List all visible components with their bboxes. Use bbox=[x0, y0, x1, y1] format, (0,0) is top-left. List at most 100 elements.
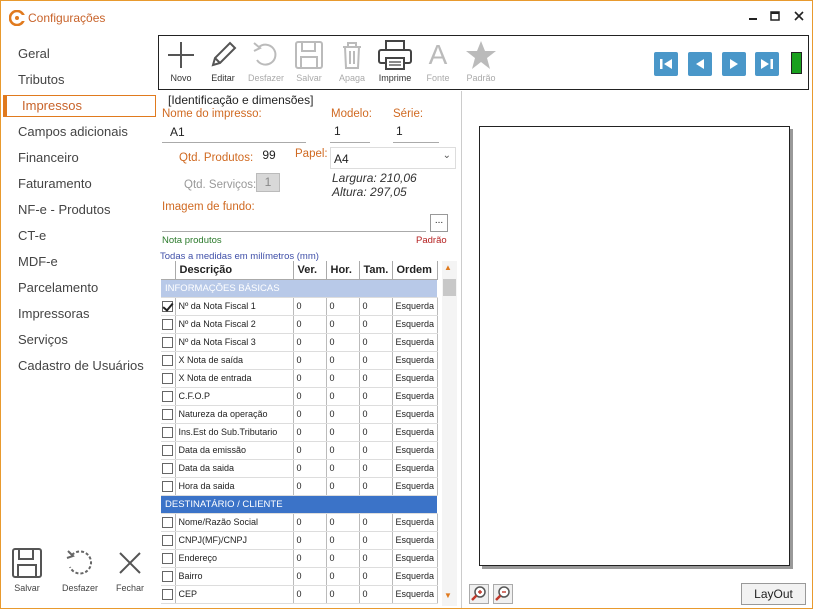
cell-ver[interactable]: 0 bbox=[293, 405, 327, 424]
scroll-thumb[interactable] bbox=[443, 279, 456, 296]
row-checkbox[interactable] bbox=[162, 552, 174, 564]
last-record-button[interactable] bbox=[755, 52, 779, 76]
cell-desc[interactable]: X Nota de entrada bbox=[175, 369, 294, 388]
cell-ver[interactable]: 0 bbox=[293, 441, 327, 460]
sidebar-item-impressos[interactable]: Impressos bbox=[3, 95, 156, 117]
toolbar-undo-button[interactable]: Desfazer bbox=[244, 39, 288, 83]
toolbar-save-button[interactable]: Salvar bbox=[287, 39, 331, 83]
cell-hor[interactable]: 0 bbox=[326, 513, 360, 532]
table-row[interactable]: Ins.Est do Sub.Tributario 0 0 0 Esquerda bbox=[161, 423, 438, 442]
row-checkbox[interactable] bbox=[162, 426, 174, 438]
cell-desc[interactable]: C.F.O.P bbox=[175, 387, 294, 406]
cell-ordem[interactable]: Esquerda bbox=[392, 567, 438, 586]
bottom-close-button[interactable]: Fechar bbox=[108, 547, 152, 593]
grid-scrollbar[interactable]: ▲ ▼ bbox=[442, 261, 457, 606]
sidebar-item-cte[interactable]: CT-e bbox=[18, 226, 46, 246]
cell-ordem[interactable]: Esquerda bbox=[392, 387, 438, 406]
zoom-in-button[interactable] bbox=[469, 584, 489, 604]
cell-ver[interactable]: 0 bbox=[293, 531, 327, 550]
bottom-undo-button[interactable]: Desfazer bbox=[58, 547, 102, 593]
column-header[interactable]: Ver. bbox=[293, 261, 327, 280]
bottom-save-button[interactable]: Salvar bbox=[5, 547, 49, 593]
cell-desc[interactable]: Natureza da operação bbox=[175, 405, 294, 424]
sidebar-item-faturamento[interactable]: Faturamento bbox=[18, 174, 92, 194]
cell-ordem[interactable]: Esquerda bbox=[392, 513, 438, 532]
qty-products-input[interactable]: 99 bbox=[257, 147, 281, 166]
table-row[interactable]: C.F.O.P 0 0 0 Esquerda bbox=[161, 387, 438, 406]
cell-hor[interactable]: 0 bbox=[326, 549, 360, 568]
cell-ordem[interactable]: Esquerda bbox=[392, 441, 438, 460]
table-row[interactable]: Nº da Nota Fiscal 3 0 0 0 Esquerda bbox=[161, 333, 438, 352]
table-row[interactable]: Natureza da operação 0 0 0 Esquerda bbox=[161, 405, 438, 424]
scroll-up-icon[interactable]: ▲ bbox=[444, 263, 452, 272]
sidebar-item-servicos[interactable]: Serviços bbox=[18, 330, 68, 350]
name-input[interactable]: A1 bbox=[170, 125, 185, 139]
series-input[interactable]: 1 bbox=[396, 124, 403, 138]
cell-hor[interactable]: 0 bbox=[326, 459, 360, 478]
next-record-button[interactable] bbox=[722, 52, 746, 76]
row-checkbox[interactable] bbox=[162, 516, 174, 528]
first-record-button[interactable] bbox=[654, 52, 678, 76]
row-checkbox[interactable] bbox=[162, 372, 174, 384]
default-link[interactable]: Padrão bbox=[416, 235, 447, 246]
previous-record-button[interactable] bbox=[688, 52, 712, 76]
cell-hor[interactable]: 0 bbox=[326, 351, 360, 370]
cell-tam[interactable]: 0 bbox=[359, 459, 393, 478]
cell-desc[interactable]: X Nota de saída bbox=[175, 351, 294, 370]
cell-tam[interactable]: 0 bbox=[359, 369, 393, 388]
cell-tam[interactable]: 0 bbox=[359, 585, 393, 604]
cell-desc[interactable]: Hora da saida bbox=[175, 477, 294, 496]
column-header[interactable]: Ordem bbox=[392, 261, 438, 280]
table-row[interactable]: Nº da Nota Fiscal 1 0 0 0 Esquerda bbox=[161, 297, 438, 316]
cell-ver[interactable]: 0 bbox=[293, 315, 327, 334]
cell-hor[interactable]: 0 bbox=[326, 405, 360, 424]
row-checkbox[interactable] bbox=[162, 534, 174, 546]
cell-hor[interactable]: 0 bbox=[326, 531, 360, 550]
cell-desc[interactable]: Nº da Nota Fiscal 1 bbox=[175, 297, 294, 316]
scroll-down-icon[interactable]: ▼ bbox=[444, 591, 452, 600]
model-input[interactable]: 1 bbox=[334, 124, 341, 138]
layout-button[interactable]: LayOut bbox=[741, 583, 806, 605]
cell-tam[interactable]: 0 bbox=[359, 549, 393, 568]
zoom-out-button[interactable] bbox=[493, 584, 513, 604]
cell-desc[interactable]: Data da emissão bbox=[175, 441, 294, 460]
cell-hor[interactable]: 0 bbox=[326, 423, 360, 442]
table-row[interactable]: X Nota de saída 0 0 0 Esquerda bbox=[161, 351, 438, 370]
cell-ordem[interactable]: Esquerda bbox=[392, 333, 438, 352]
table-row[interactable]: Bairro 0 0 0 Esquerda bbox=[161, 567, 438, 586]
cell-desc[interactable]: Bairro bbox=[175, 567, 294, 586]
cell-ver[interactable]: 0 bbox=[293, 549, 327, 568]
cell-ordem[interactable]: Esquerda bbox=[392, 585, 438, 604]
new-button[interactable]: Novo bbox=[159, 39, 203, 83]
cell-hor[interactable]: 0 bbox=[326, 585, 360, 604]
column-header[interactable]: Descrição bbox=[175, 261, 294, 280]
browse-button[interactable]: ... bbox=[430, 214, 448, 232]
table-row[interactable]: CEP 0 0 0 Esquerda bbox=[161, 585, 438, 604]
cell-tam[interactable]: 0 bbox=[359, 513, 393, 532]
cell-desc[interactable]: Nº da Nota Fiscal 2 bbox=[175, 315, 294, 334]
row-checkbox[interactable] bbox=[162, 390, 174, 402]
cell-hor[interactable]: 0 bbox=[326, 477, 360, 496]
cell-hor[interactable]: 0 bbox=[326, 441, 360, 460]
cell-desc[interactable]: Ins.Est do Sub.Tributario bbox=[175, 423, 294, 442]
row-checkbox[interactable] bbox=[162, 588, 174, 600]
row-checkbox[interactable] bbox=[162, 354, 174, 366]
cell-ver[interactable]: 0 bbox=[293, 387, 327, 406]
cell-ordem[interactable]: Esquerda bbox=[392, 351, 438, 370]
sidebar-item-financeiro[interactable]: Financeiro bbox=[18, 148, 79, 168]
cell-ver[interactable]: 0 bbox=[293, 567, 327, 586]
row-checkbox[interactable] bbox=[162, 444, 174, 456]
cell-desc[interactable]: CEP bbox=[175, 585, 294, 604]
sidebar-item-mdfe[interactable]: MDF-e bbox=[18, 252, 58, 272]
cell-hor[interactable]: 0 bbox=[326, 369, 360, 388]
cell-ordem[interactable]: Esquerda bbox=[392, 297, 438, 316]
sidebar-item-tributos[interactable]: Tributos bbox=[18, 70, 64, 90]
cell-ordem[interactable]: Esquerda bbox=[392, 423, 438, 442]
cell-ver[interactable]: 0 bbox=[293, 585, 327, 604]
row-checkbox[interactable] bbox=[162, 300, 174, 312]
column-header[interactable]: Tam. bbox=[359, 261, 393, 280]
cell-desc[interactable]: CNPJ(MF)/CNPJ bbox=[175, 531, 294, 550]
sidebar-item-impressoras[interactable]: Impressoras bbox=[18, 304, 90, 324]
sidebar-item-nfe-produtos[interactable]: NF-e - Produtos bbox=[18, 200, 110, 220]
cell-ver[interactable]: 0 bbox=[293, 297, 327, 316]
